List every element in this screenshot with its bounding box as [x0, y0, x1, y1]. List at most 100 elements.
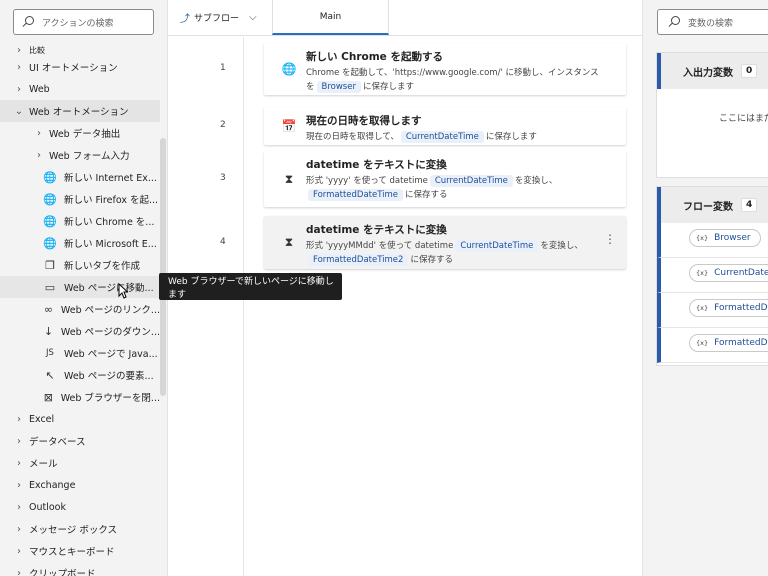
tree-action-item[interactable]: ↖ Web ページの要素...	[0, 364, 160, 386]
flow-variable-row[interactable]: {x} Browser	[657, 223, 768, 258]
variable-chip[interactable]: FormattedDateTime	[308, 189, 404, 201]
tree-item-label: データベース	[29, 437, 86, 448]
variable-chip[interactable]: CurrentDateTime	[455, 240, 539, 252]
tree-group[interactable]: › UI オートメーション	[0, 56, 160, 78]
download-icon: ↓	[43, 324, 54, 338]
chevron-right-icon: ›	[17, 83, 21, 95]
flow-variables-count: 4	[741, 198, 758, 212]
step-description: 形式 'yyyyMMdd' を使って datetime CurrentDateTi…	[306, 239, 602, 267]
tree-group[interactable]: › マウスとキーボード	[0, 540, 160, 562]
step-text: に保存する	[410, 255, 453, 265]
tree-action-item[interactable]: ↓ Web ページのダウン...	[0, 320, 160, 342]
tree-item-label: 新しいタブを作成	[64, 261, 141, 272]
step-text: 形式 'yyyy' を使って datetime	[306, 176, 428, 186]
browser-window-icon: ▭	[44, 280, 56, 294]
tree-action-item[interactable]: 🌐 新しい Firefox を起...	[0, 188, 160, 210]
tree-group[interactable]: › Excel	[0, 408, 160, 430]
step-text: を	[306, 82, 315, 92]
tree-action-item[interactable]: 🌐 新しい Internet Ex...	[0, 166, 160, 188]
tree-group[interactable]: › Web	[0, 78, 160, 100]
subflow-label: サブフロー	[194, 14, 240, 24]
variable-type-icon: {x}	[696, 234, 709, 242]
variable-type-icon: {x}	[696, 304, 709, 312]
mouse-cursor-icon	[118, 283, 128, 299]
flow-variables-list: {x} Browser {x} CurrentDateTi {x} FormattedDa…	[657, 223, 768, 363]
tree-item-label: Web ブラウザーを閉...	[60, 393, 160, 404]
tree-item-label: Web オートメーション	[29, 107, 129, 118]
variable-chip[interactable]: Browser	[316, 81, 361, 93]
flow-step[interactable]: ⧗ datetime をテキストに変換 形式 'yyyyMMdd' を使って dat…	[264, 216, 626, 269]
step-text: を変換し、	[514, 176, 558, 186]
tab-main[interactable]: Main	[272, 0, 389, 35]
actions-search-input[interactable]: アクションの検索	[13, 9, 154, 35]
tree-group[interactable]: ⌄ Web オートメーション	[0, 100, 160, 122]
variable-chip[interactable]: {x} CurrentDateTi	[689, 264, 768, 282]
step-title: datetime をテキストに変換	[306, 159, 447, 171]
flow-variable-row[interactable]: {x} CurrentDateTi	[657, 258, 768, 293]
tree-action-item[interactable]: ∞ Web ページのリンク...	[0, 298, 160, 320]
chevron-right-icon: ›	[17, 545, 21, 557]
tree-item-label: マウスとキーボード	[29, 547, 115, 558]
tree-group-cut: › 比較	[0, 44, 160, 56]
variables-search-input[interactable]: 変数の検索	[657, 9, 768, 35]
more-options-icon[interactable]: ⋮	[604, 232, 616, 246]
actions-search-placeholder: アクションの検索	[42, 18, 114, 29]
chevron-down-icon: ⌄	[14, 105, 24, 117]
actions-scrollbar[interactable]	[160, 138, 166, 396]
flow-variables-panel: フロー変数 4 {x} Browser {x} CurrentDateTi {x} For…	[656, 186, 768, 366]
globe-icon: 🌐	[43, 170, 57, 184]
variable-chip[interactable]: FormattedDateTime2	[308, 254, 409, 266]
tree-group[interactable]: › Outlook	[0, 496, 160, 518]
step-text: 現在の日時を取得して、	[306, 132, 399, 142]
tree-group[interactable]: › データベース	[0, 430, 160, 452]
variable-chip[interactable]: {x} FormattedDa	[689, 334, 768, 352]
flow-variables-header[interactable]: フロー変数 4	[657, 187, 768, 223]
chevron-down-icon: ⌵	[249, 12, 257, 23]
subflow-dropdown[interactable]: ⤴ サブフロー ⌵	[168, 0, 272, 35]
chevron-right-icon: ›	[17, 435, 21, 447]
variable-chip[interactable]: {x} FormattedDa	[689, 299, 768, 317]
tree-action-item[interactable]: ❐ 新しいタブを作成	[0, 254, 160, 276]
tree-action-item[interactable]: ⊠ Web ブラウザーを閉...	[0, 386, 160, 408]
variable-chip[interactable]: {x} Browser	[689, 229, 761, 247]
tree-group[interactable]: › クリップボード	[0, 562, 160, 576]
tree-action-item[interactable]: 🌐 新しい Microsoft E...	[0, 232, 160, 254]
tree-action-item[interactable]: JS Web ページで Java...	[0, 342, 160, 364]
step-text: Chrome を起動して、'https://www.google.com/' に…	[306, 68, 599, 78]
flow-variable-row[interactable]: {x} FormattedDa	[657, 293, 768, 328]
tree-group[interactable]: › メール	[0, 452, 160, 474]
flow-step[interactable]: 🌐 新しい Chrome を起動する Chrome を起動して、'https://w…	[264, 43, 626, 95]
tree-group[interactable]: › Exchange	[0, 474, 160, 496]
step-title: datetime をテキストに変換	[306, 224, 447, 236]
step-title: 新しい Chrome を起動する	[306, 51, 443, 63]
tree-group[interactable]: › メッセージ ボックス	[0, 518, 160, 540]
new-tab-icon: ❐	[45, 258, 55, 272]
chevron-right-icon: ›	[17, 61, 21, 73]
tree-item-label: 新しい Chrome を...	[64, 217, 155, 228]
tree-item-label: UI オートメーション	[29, 63, 118, 74]
line-number: 3	[220, 173, 226, 183]
variable-chip[interactable]: CurrentDateTime	[400, 131, 484, 143]
tree-subgroup[interactable]: › Web フォーム入力	[0, 144, 160, 166]
tree-item-label: クリップボード	[29, 569, 96, 576]
tree-action-item[interactable]: 🌐 新しい Chrome を...	[0, 210, 160, 232]
tree-item-label: 比較	[29, 46, 45, 55]
search-icon	[22, 16, 34, 28]
flow-step[interactable]: ⧗ datetime をテキストに変換 形式 'yyyy' を使って datetim…	[264, 151, 626, 207]
calendar-icon: 📅	[281, 119, 297, 133]
io-variables-header[interactable]: 入出力変数 0	[657, 53, 768, 89]
pointer-icon: ↖	[45, 368, 55, 382]
step-description: 現在の日時を取得して、 CurrentDateTime に保存します	[306, 130, 602, 144]
tree-action-item[interactable]: ▭ Web ページに移動...	[0, 276, 160, 298]
search-icon	[668, 16, 680, 28]
hourglass-icon: ⧗	[284, 171, 294, 186]
flow-variable-row[interactable]: {x} FormattedDa	[657, 328, 768, 363]
variables-pane: 変数の検索 入出力変数 0 ここにはまだ フロー変数 4 {x} Browser{…	[644, 0, 768, 576]
step-text: を変換し、	[540, 241, 583, 251]
step-text: 形式 'yyyyMMdd' を使って datetime	[306, 241, 454, 251]
tree-item-label: 新しい Microsoft E...	[64, 239, 157, 250]
io-variables-title: 入出力変数	[683, 67, 733, 79]
variable-chip[interactable]: CurrentDateTime	[429, 175, 513, 187]
tree-subgroup[interactable]: › Web データ抽出	[0, 122, 160, 144]
flow-step[interactable]: 📅 現在の日時を取得します 現在の日時を取得して、 CurrentDateTime に保…	[264, 107, 626, 145]
